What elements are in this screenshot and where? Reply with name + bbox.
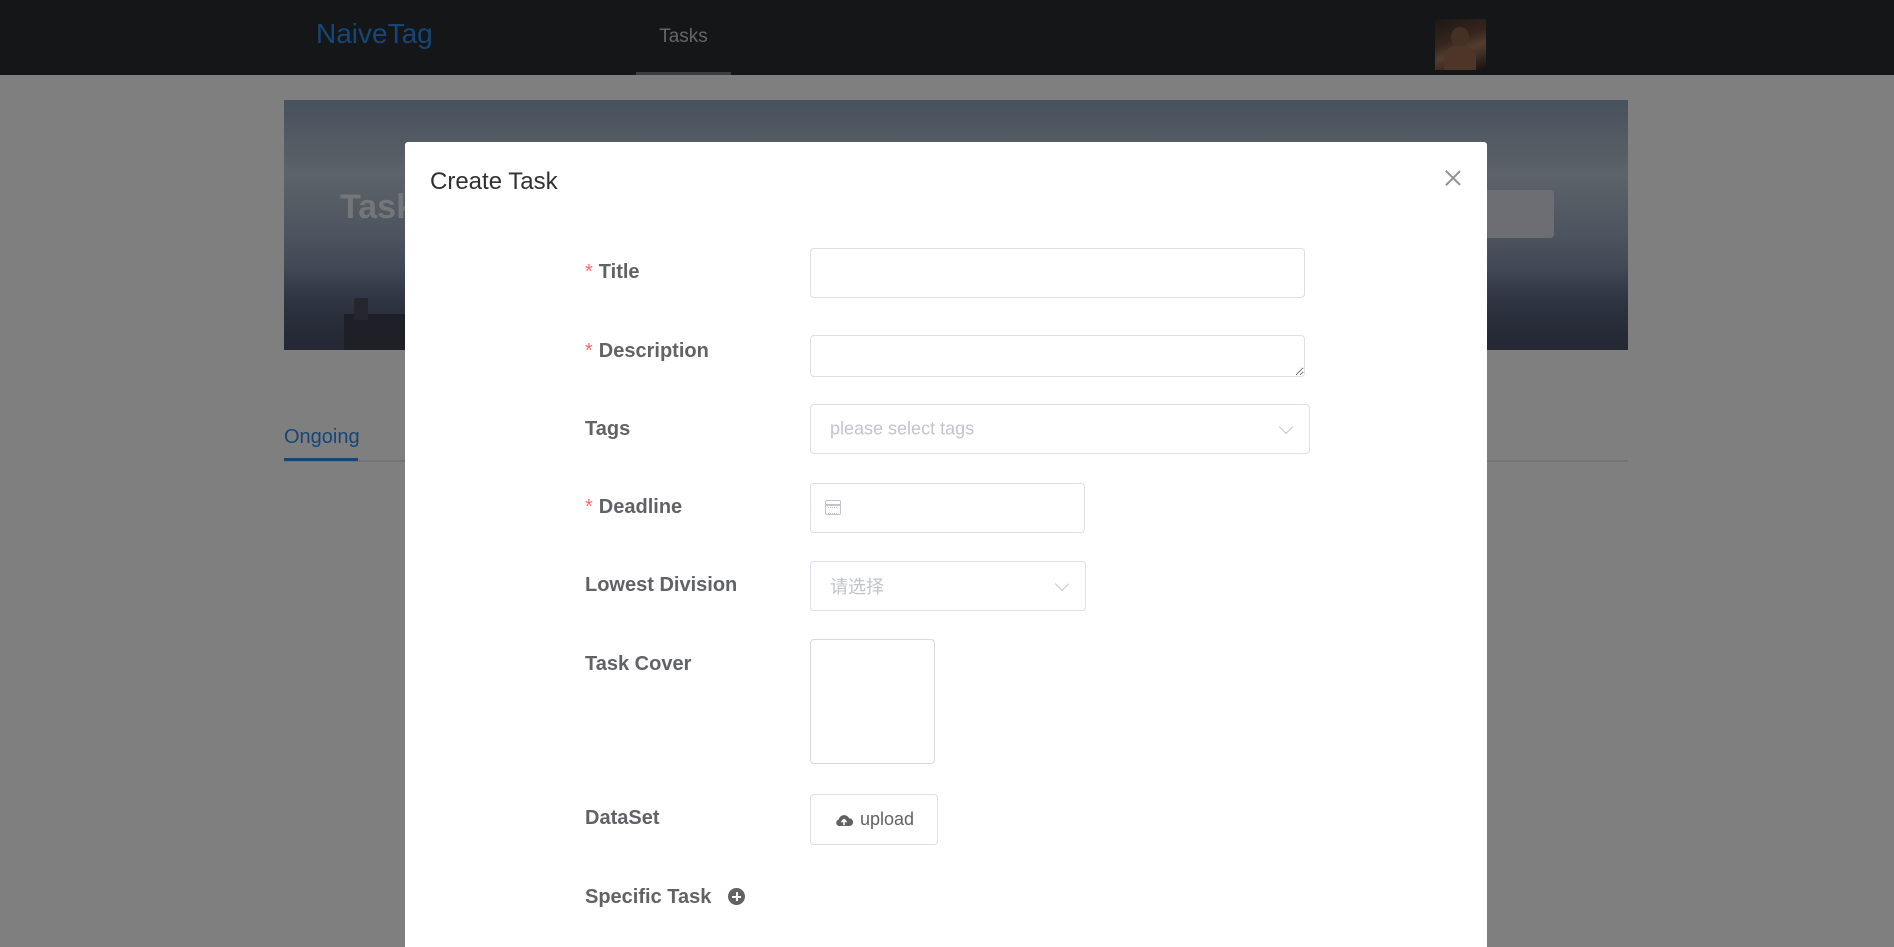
cloud-upload-icon <box>836 814 854 826</box>
lowest-division-placeholder: 请选择 <box>830 577 884 597</box>
create-task-dialog: Create Task * Title * Description Tags ple… <box>405 142 1487 947</box>
deadline-date-picker[interactable] <box>810 483 1085 533</box>
deadline-label: * Deadline <box>585 496 682 519</box>
required-mark: * <box>585 496 593 518</box>
chevron-down-icon <box>1278 419 1294 435</box>
task-cover-label-text: Task Cover <box>585 653 692 675</box>
lowest-division-select[interactable]: 请选择 <box>810 561 1086 611</box>
title-label-text: Title <box>598 261 640 283</box>
tags-label-text: Tags <box>585 418 631 440</box>
tags-select[interactable]: please select tags <box>810 404 1310 454</box>
description-textarea[interactable] <box>810 335 1305 377</box>
description-label: * Description <box>585 340 709 363</box>
close-icon[interactable] <box>1441 166 1465 190</box>
lowest-division-label: Lowest Division <box>585 574 737 597</box>
dataset-upload-button[interactable]: upload <box>810 794 938 845</box>
required-mark: * <box>585 340 593 362</box>
tags-label: Tags <box>585 418 630 441</box>
specific-task-label: Specific Task <box>585 886 711 909</box>
specific-task-label-text: Specific Task <box>585 886 712 908</box>
title-input[interactable] <box>810 248 1305 298</box>
required-mark: * <box>585 261 593 283</box>
add-circle-icon[interactable] <box>728 888 745 905</box>
task-cover-uploader[interactable] <box>810 639 935 764</box>
upload-button-label: upload <box>859 809 915 829</box>
dialog-title: Create Task <box>430 168 558 195</box>
tags-placeholder: please select tags <box>830 418 975 439</box>
dataset-label: DataSet <box>585 807 659 830</box>
dataset-label-text: DataSet <box>585 807 660 829</box>
title-label: * Title <box>585 261 640 284</box>
chevron-down-icon <box>1054 576 1070 592</box>
task-cover-label: Task Cover <box>585 653 691 676</box>
calendar-icon <box>825 500 841 515</box>
lowest-division-label-text: Lowest Division <box>585 574 738 596</box>
description-label-text: Description <box>598 340 709 362</box>
deadline-label-text: Deadline <box>598 496 683 518</box>
